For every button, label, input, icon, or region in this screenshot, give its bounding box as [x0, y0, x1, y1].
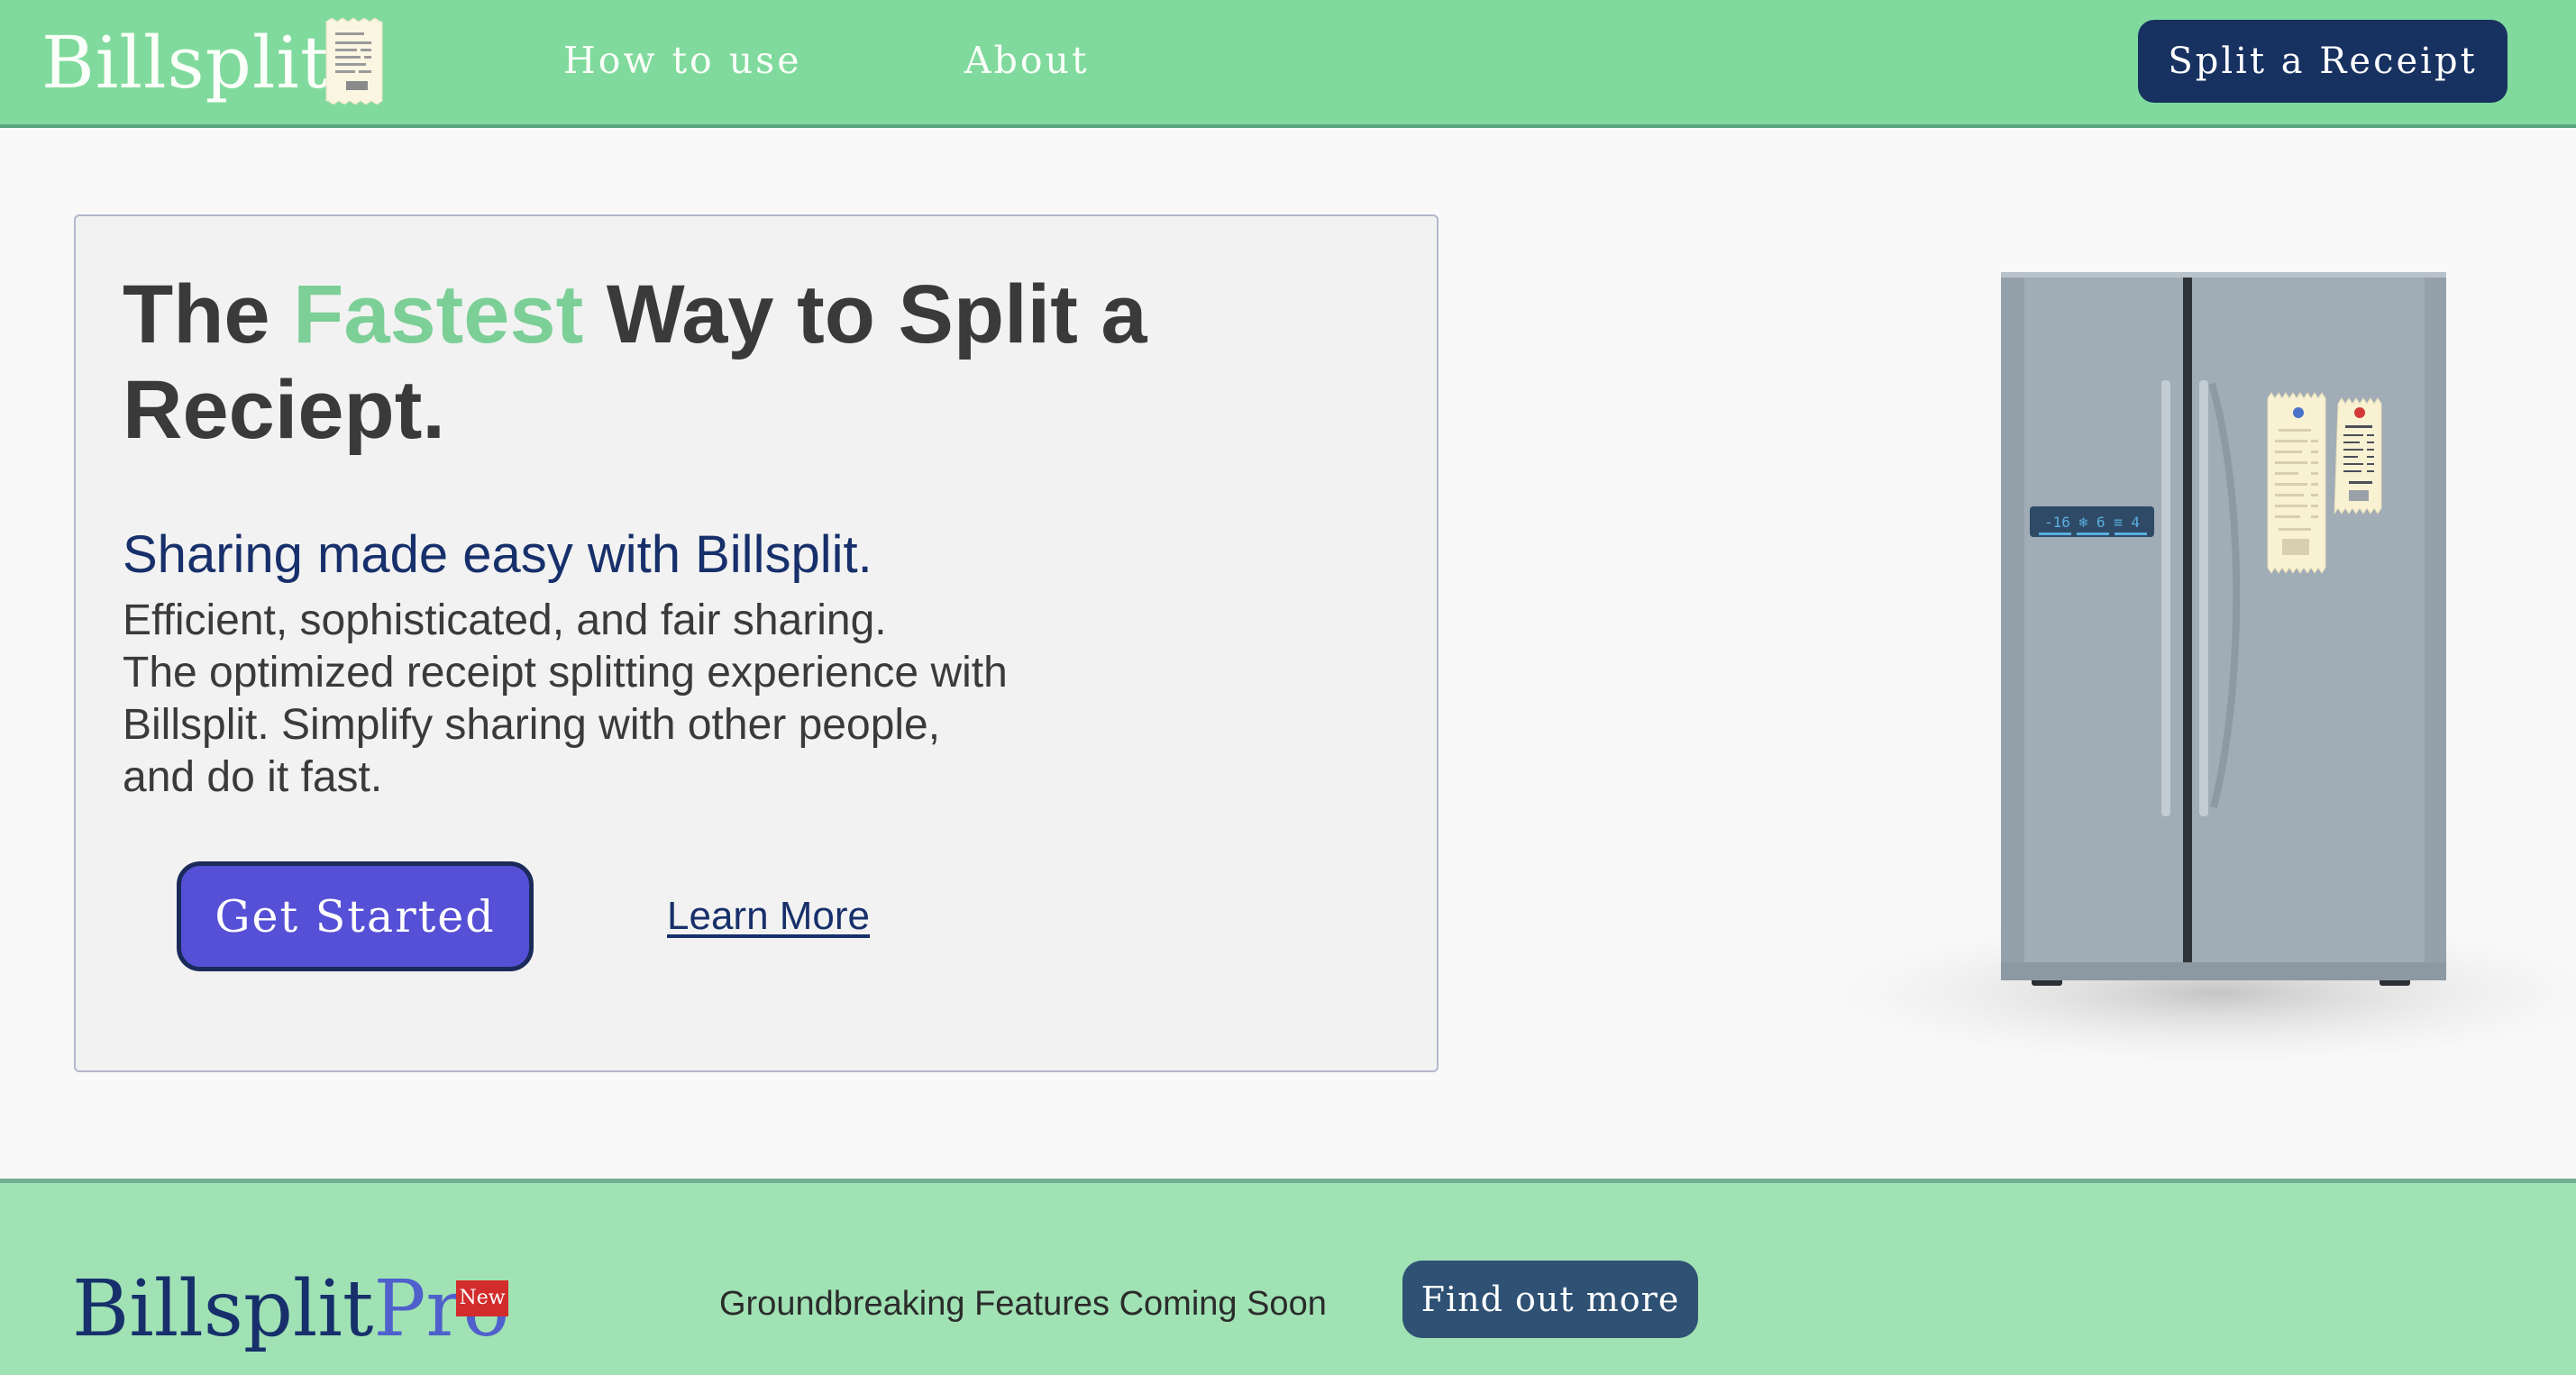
description-line: Efficient, sophisticated, and fair shari…	[123, 596, 887, 644]
get-started-button[interactable]: Get Started	[177, 861, 534, 971]
top-navbar: Billsplit How to use About Split a Recei…	[0, 0, 2576, 128]
hero-description: Efficient, sophisticated, and fair shari…	[123, 595, 1132, 804]
hero-headline: The Fastest Way to Split a Reciept.	[123, 267, 1204, 458]
description-line: The optimized receipt splitting experien…	[123, 649, 1008, 697]
split-receipt-button[interactable]: Split a Receipt	[2138, 20, 2507, 103]
description-line: Billsplit. Simplify sharing with other p…	[123, 701, 941, 749]
hero-card: The Fastest Way to Split a Reciept. Shar…	[74, 214, 1439, 1072]
brand-logo[interactable]: Billsplit	[41, 14, 330, 112]
description-line: and do it fast.	[123, 753, 383, 801]
pro-logo-main: Billsplit	[72, 1264, 374, 1354]
billsplit-pro-logo[interactable]: BillsplitPro	[72, 1264, 509, 1354]
fridge-display: -16 ❄ 6 ≡ 4	[2044, 514, 2140, 531]
promo-text: Groundbreaking Features Coming Soon	[719, 1285, 1327, 1323]
find-out-more-button[interactable]: Find out more	[1402, 1261, 1698, 1338]
hero-subhead: Sharing made easy with Billsplit.	[123, 525, 872, 584]
refrigerator-icon: -16 ❄ 6 ≡ 4	[1767, 272, 2576, 1076]
new-badge: New	[456, 1280, 508, 1316]
receipt-icon	[325, 18, 383, 105]
headline-start: The	[123, 269, 294, 360]
learn-more-link[interactable]: Learn More	[667, 890, 870, 942]
nav-how-to-use[interactable]: How to use	[563, 34, 801, 87]
headline-accent: Fastest	[293, 269, 584, 360]
nav-about[interactable]: About	[964, 34, 1089, 87]
promo-band: BillsplitPro New Groundbreaking Features…	[0, 1179, 2576, 1375]
